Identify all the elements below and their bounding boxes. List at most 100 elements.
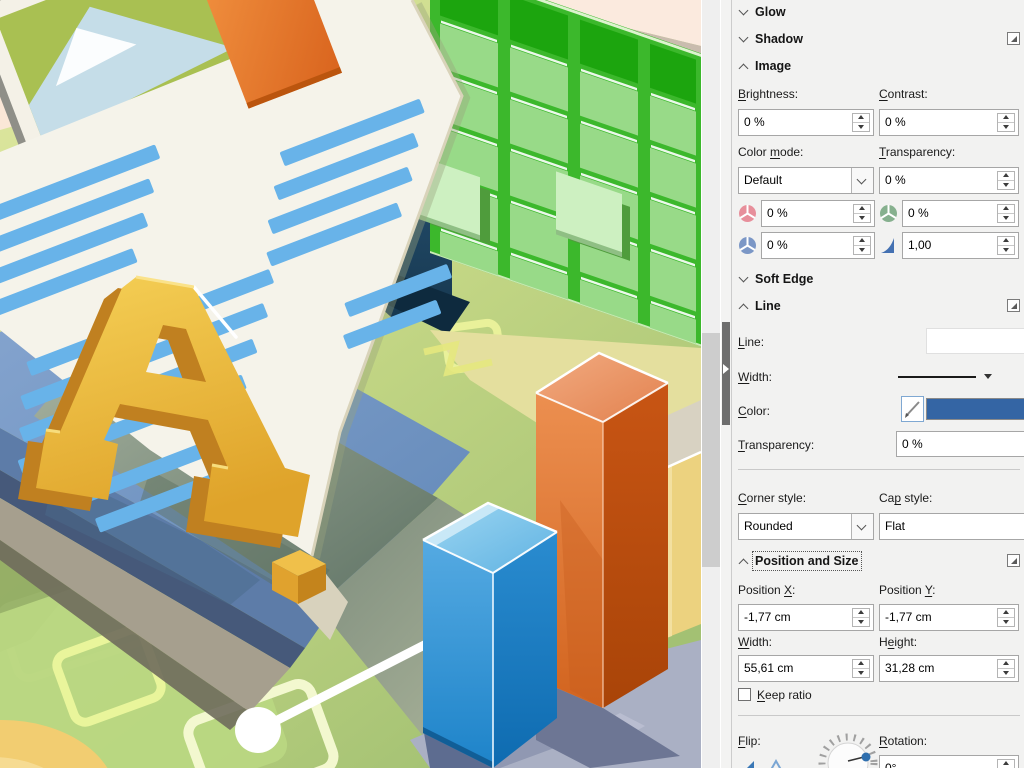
dialog-launcher-icon[interactable] <box>1007 554 1020 567</box>
color-mode-dropdown[interactable]: Default <box>738 167 874 194</box>
spin-down-icon[interactable] <box>998 214 1014 223</box>
spinner-buttons[interactable] <box>852 659 870 678</box>
position-y-value: -1,77 cm <box>885 610 932 624</box>
document-canvas[interactable] <box>0 0 701 768</box>
spin-up-icon[interactable] <box>998 609 1014 618</box>
contrast-label: Contrast: <box>879 87 928 101</box>
flip-label: Flip: <box>738 734 761 748</box>
dialog-launcher-icon[interactable] <box>1007 32 1020 45</box>
spin-up-icon[interactable] <box>853 660 869 669</box>
section-header-line[interactable]: Line <box>732 296 1024 320</box>
spin-up-icon[interactable] <box>998 114 1014 123</box>
cap-style-dropdown[interactable]: Flat <box>879 513 1024 540</box>
dropdown-button[interactable] <box>851 514 873 539</box>
spin-down-icon[interactable] <box>854 246 870 255</box>
spin-up-icon[interactable] <box>853 114 869 123</box>
contrast-field[interactable]: 0 % <box>879 109 1019 136</box>
section-header-image[interactable]: Image <box>732 56 1024 80</box>
spin-down-icon[interactable] <box>853 123 869 132</box>
gamma-field[interactable]: 1,00 <box>902 232 1019 259</box>
section-header-shadow[interactable]: Shadow <box>732 29 1024 53</box>
section-header-glow[interactable]: Glow <box>732 2 1024 26</box>
spin-up-icon[interactable] <box>998 760 1014 768</box>
brightness-value: 0 % <box>744 115 765 129</box>
sidebar-splitter-handle[interactable] <box>722 322 730 425</box>
green-field[interactable]: 0 % <box>902 200 1019 227</box>
spinner-buttons[interactable] <box>997 659 1015 678</box>
chevron-down-icon <box>857 175 867 185</box>
sidebar-splitter[interactable] <box>720 0 731 768</box>
size-width-field[interactable]: 55,61 cm <box>738 655 874 682</box>
chevron-down-icon <box>739 273 749 283</box>
line-width-dropdown[interactable] <box>898 368 994 384</box>
spin-up-icon[interactable] <box>998 172 1014 181</box>
spinner-buttons[interactable] <box>852 608 870 627</box>
spin-up-icon[interactable] <box>854 205 870 214</box>
size-height-field[interactable]: 31,28 cm <box>879 655 1019 682</box>
application-window: Glow Shadow Image Brightness: Contrast: … <box>0 0 1024 768</box>
blue-field[interactable]: 0 % <box>761 232 875 259</box>
rotation-value: 0° <box>885 761 896 768</box>
line-transparency-field[interactable]: 0 % <box>896 431 1024 457</box>
spin-down-icon[interactable] <box>998 123 1014 132</box>
corner-style-dropdown[interactable]: Rounded <box>738 513 874 540</box>
spinner-buttons[interactable] <box>853 204 871 223</box>
spin-up-icon[interactable] <box>998 660 1014 669</box>
dropdown-button[interactable] <box>851 168 873 193</box>
spinner-buttons[interactable] <box>997 759 1015 768</box>
rotation-field[interactable]: 0° <box>879 755 1019 768</box>
canvas-vertical-scrollbar[interactable] <box>701 0 720 768</box>
red-channel-icon <box>738 204 757 223</box>
green-value: 0 % <box>908 206 929 220</box>
blue-value: 0 % <box>767 238 788 252</box>
spinner-buttons[interactable] <box>852 113 870 132</box>
spinner-buttons[interactable] <box>853 236 871 255</box>
image-transparency-field[interactable]: 0 % <box>879 167 1019 194</box>
spinner-buttons[interactable] <box>997 204 1015 223</box>
green-channel-icon <box>879 204 898 223</box>
spin-down-icon[interactable] <box>998 669 1014 678</box>
position-y-label: Position Y: <box>879 583 936 597</box>
spinner-buttons[interactable] <box>997 608 1015 627</box>
spin-up-icon[interactable] <box>854 237 870 246</box>
spinner-buttons[interactable] <box>997 236 1015 255</box>
spinner-buttons[interactable] <box>997 171 1015 190</box>
chevron-down-icon <box>984 374 992 383</box>
spin-down-icon[interactable] <box>853 618 869 627</box>
keep-ratio-checkbox[interactable] <box>738 688 751 701</box>
position-x-field[interactable]: -1,77 cm <box>738 604 874 631</box>
spin-down-icon[interactable] <box>998 618 1014 627</box>
section-title: Position and Size <box>755 554 859 568</box>
image-transparency-label: Transparency: <box>879 145 955 159</box>
spin-up-icon[interactable] <box>998 237 1014 246</box>
gamma-icon <box>879 236 898 255</box>
line-color-label: Color: <box>738 404 770 418</box>
keep-ratio-label: Keep ratio <box>757 688 812 702</box>
color-mode-value: Default <box>744 173 782 187</box>
flip-buttons[interactable] <box>738 757 798 768</box>
cap-style-value: Flat <box>885 519 905 533</box>
spin-up-icon[interactable] <box>853 609 869 618</box>
scrollbar-thumb[interactable] <box>702 333 720 567</box>
spin-down-icon[interactable] <box>998 246 1014 255</box>
size-width-label: Width: <box>738 635 772 649</box>
red-field[interactable]: 0 % <box>761 200 875 227</box>
line-transparency-label: Transparency: <box>738 438 814 452</box>
blue-bar <box>423 503 557 768</box>
spin-up-icon[interactable] <box>998 205 1014 214</box>
section-header-soft-edge[interactable]: Soft Edge <box>732 269 1024 293</box>
spin-down-icon[interactable] <box>998 181 1014 190</box>
dialog-launcher-icon[interactable] <box>1007 299 1020 312</box>
position-x-label: Position X: <box>738 583 795 597</box>
line-style-label: Line: <box>738 335 764 349</box>
line-style-dropdown[interactable] <box>926 328 1024 354</box>
brightness-field[interactable]: 0 % <box>738 109 874 136</box>
spin-down-icon[interactable] <box>853 669 869 678</box>
position-x-value: -1,77 cm <box>744 610 791 624</box>
line-color-picker-button[interactable] <box>901 396 924 422</box>
line-color-swatch-button[interactable] <box>926 398 1024 420</box>
spin-down-icon[interactable] <box>854 214 870 223</box>
position-y-field[interactable]: -1,77 cm <box>879 604 1019 631</box>
spinner-buttons[interactable] <box>997 113 1015 132</box>
section-header-position-size[interactable]: Position and Size <box>732 551 1024 575</box>
